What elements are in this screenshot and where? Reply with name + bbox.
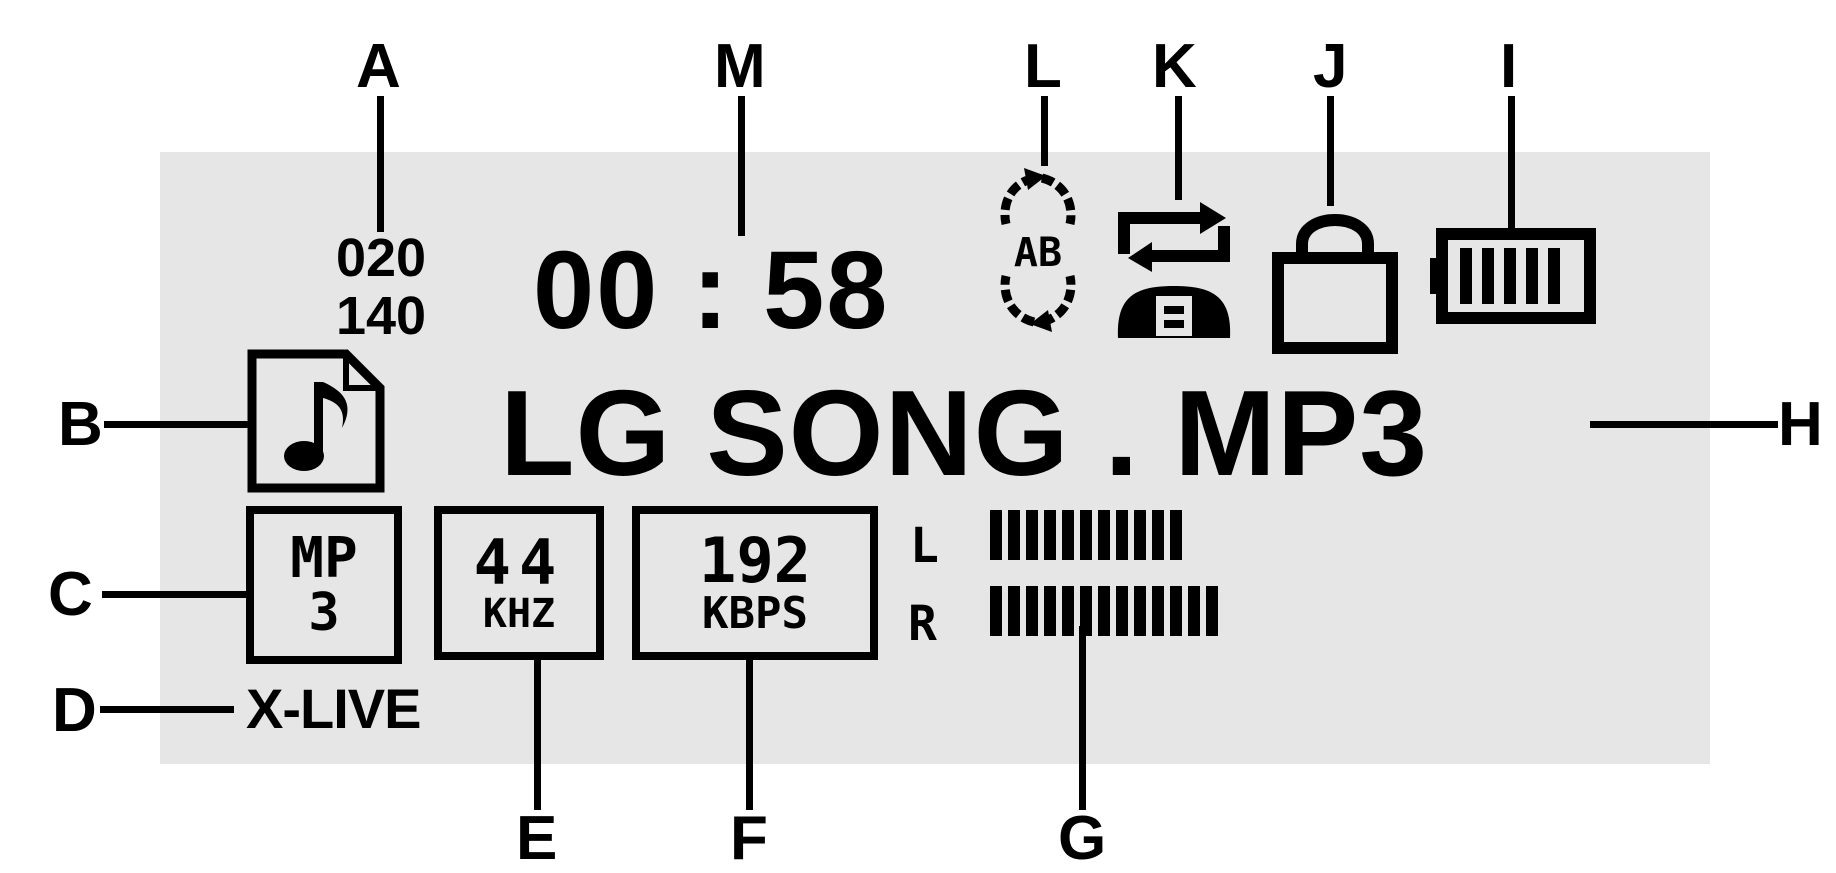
callout-m: M <box>714 32 766 101</box>
leader-h <box>1590 421 1778 428</box>
callout-l: L <box>1024 32 1062 101</box>
level-bar <box>1116 510 1128 560</box>
channel-left-label: L <box>910 518 939 574</box>
level-bar <box>1026 510 1038 560</box>
level-bar <box>990 586 1002 636</box>
leader-l <box>1041 96 1048 166</box>
leader-g <box>1079 626 1086 810</box>
sample-rate-value: 44 <box>473 526 565 599</box>
level-bar <box>1188 586 1200 636</box>
sample-rate-indicator: 44 KHZ <box>434 506 604 660</box>
level-bar <box>1008 510 1020 560</box>
callout-a: A <box>356 32 401 101</box>
callout-e: E <box>516 804 558 873</box>
level-bar <box>1152 586 1164 636</box>
level-bar <box>1134 510 1146 560</box>
level-bar <box>1170 586 1182 636</box>
callout-b: B <box>58 390 103 459</box>
callout-j: J <box>1313 32 1348 101</box>
bitrate-value: 192 <box>699 524 811 597</box>
level-bar <box>1044 586 1056 636</box>
level-bar <box>1026 586 1038 636</box>
level-bar <box>1062 510 1074 560</box>
leader-d <box>100 706 234 713</box>
callout-i: I <box>1500 32 1518 101</box>
format-top: MP <box>290 526 358 591</box>
channel-right-label: R <box>908 596 937 652</box>
callout-d: D <box>52 676 97 745</box>
level-meter-right <box>990 586 1218 636</box>
level-bar <box>1152 510 1164 560</box>
callout-h: H <box>1778 390 1823 459</box>
callout-g: G <box>1058 804 1107 873</box>
level-bar <box>1134 586 1146 636</box>
song-filename: LG SONG . MP3 <box>500 365 1429 501</box>
level-bar <box>1098 510 1110 560</box>
leader-k <box>1175 96 1182 200</box>
callout-c: C <box>48 560 93 629</box>
music-file-icon <box>246 348 386 494</box>
level-bar <box>1206 586 1218 636</box>
leader-f <box>746 652 753 810</box>
level-bar <box>1080 510 1092 560</box>
format-indicator: MP 3 <box>246 506 402 664</box>
level-meter-left <box>990 510 1182 560</box>
battery-icon <box>1430 226 1596 326</box>
level-bar <box>1170 510 1182 560</box>
level-bar <box>1062 586 1074 636</box>
leader-j <box>1327 96 1334 206</box>
bitrate-indicator: 192 KBPS <box>632 506 878 660</box>
level-bar <box>1116 586 1128 636</box>
level-bar <box>1098 586 1110 636</box>
level-bar <box>1044 510 1056 560</box>
leader-a <box>377 96 384 232</box>
callout-k: K <box>1152 32 1197 101</box>
ab-repeat-icon: AB <box>984 166 1094 336</box>
leader-e <box>534 652 541 810</box>
leader-i <box>1508 96 1515 236</box>
leader-c <box>102 591 250 598</box>
level-bar <box>1080 586 1092 636</box>
repeat-mode-icon <box>1110 196 1238 346</box>
bitrate-unit: KBPS <box>702 588 808 639</box>
callout-f: F <box>730 804 768 873</box>
elapsed-time: 00 : 58 <box>533 229 890 352</box>
level-bar <box>990 510 1002 560</box>
sound-effect-label: X-LIVE <box>246 677 421 740</box>
track-current: 020 <box>335 228 427 288</box>
leader-m <box>738 96 745 236</box>
ab-repeat-label: AB <box>1014 230 1062 276</box>
lock-icon <box>1270 204 1400 354</box>
track-total: 140 <box>335 286 427 346</box>
sample-rate-unit: KHZ <box>482 591 556 637</box>
leader-b <box>104 421 250 428</box>
format-bottom: 3 <box>308 583 340 643</box>
level-bar <box>1008 586 1020 636</box>
